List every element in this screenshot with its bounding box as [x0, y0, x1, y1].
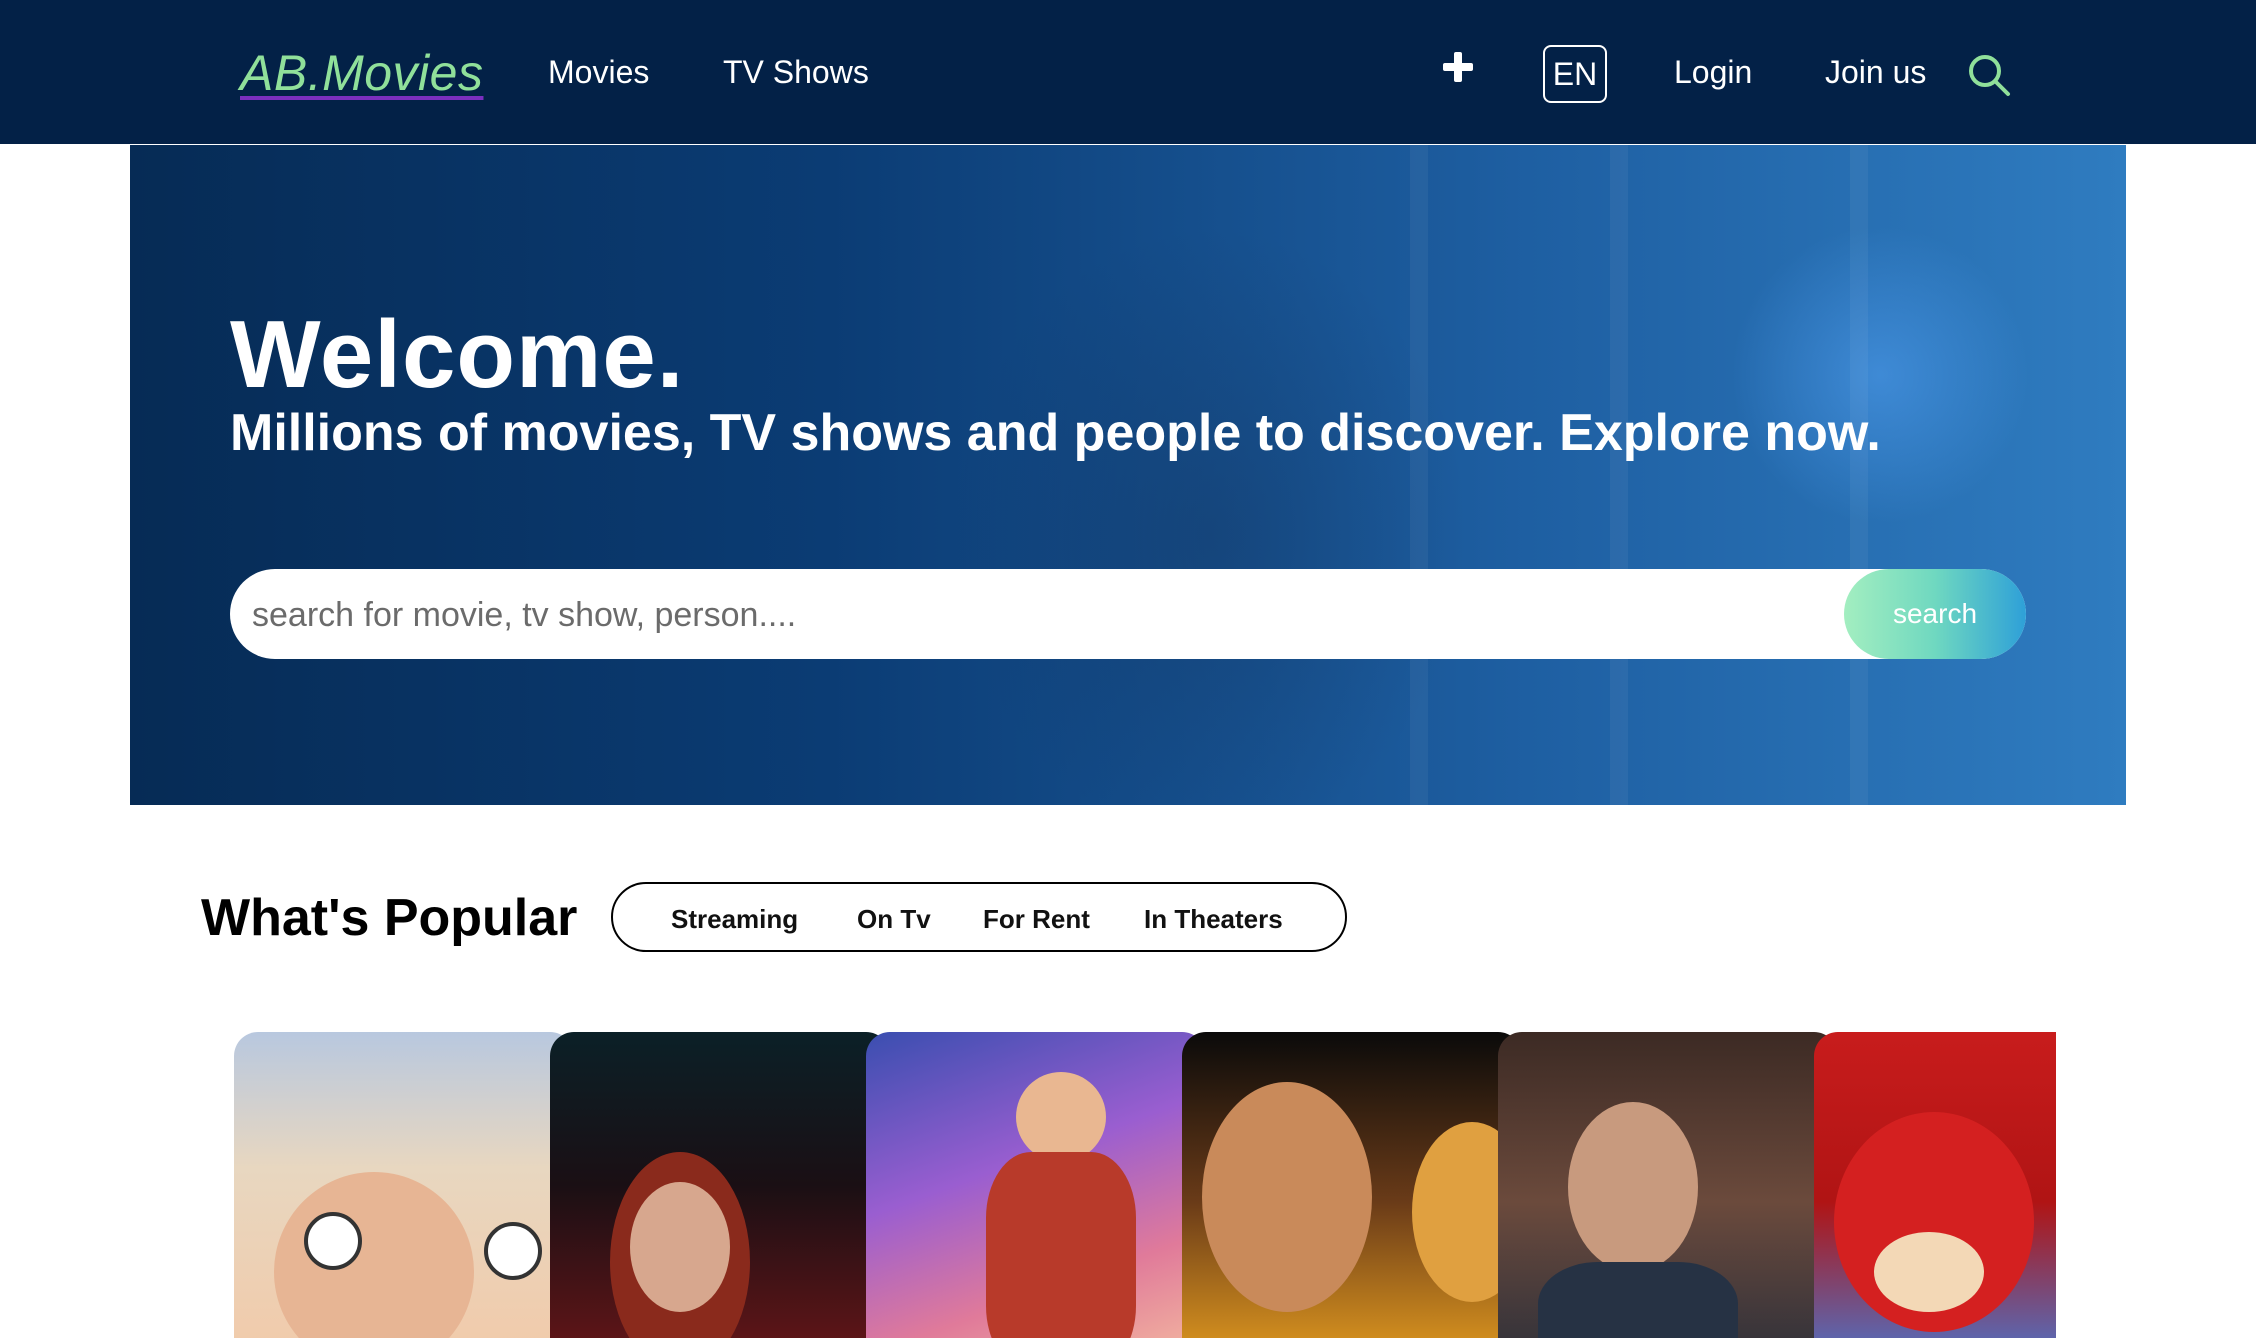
hero-background-stripe [1610, 145, 1628, 805]
movie-poster[interactable] [1498, 1032, 1838, 1338]
movie-poster[interactable] [866, 1032, 1206, 1338]
nav-movies[interactable]: Movies [548, 54, 649, 91]
login-link[interactable]: Login [1674, 54, 1752, 91]
popular-posters-row [234, 1032, 2056, 1338]
movie-poster[interactable] [1182, 1032, 1522, 1338]
search-button[interactable]: search [1844, 569, 2026, 659]
search-input[interactable] [250, 569, 1814, 661]
search-icon[interactable] [1966, 52, 2012, 98]
movie-poster[interactable] [550, 1032, 890, 1338]
movie-poster[interactable] [234, 1032, 574, 1338]
hero-title: Welcome. [230, 301, 685, 408]
join-us-link[interactable]: Join us [1825, 54, 1926, 91]
nav-tv-shows[interactable]: TV Shows [723, 54, 869, 91]
hero-background-stripe [1410, 145, 1428, 805]
language-selector[interactable]: EN [1543, 45, 1607, 103]
section-title-whats-popular: What's Popular [201, 889, 578, 947]
tab-on-tv[interactable]: On Tv [857, 904, 931, 935]
hero-background-stripe [1850, 145, 1868, 805]
site-logo[interactable]: AB.Movies [240, 44, 483, 102]
movie-poster[interactable] [1814, 1032, 2056, 1338]
hero-subtitle: Millions of movies, TV shows and people … [230, 404, 1881, 462]
hero-search-bar: search [230, 569, 2026, 661]
tab-in-theaters[interactable]: In Theaters [1144, 904, 1283, 935]
popular-tab-switcher: Streaming On Tv For Rent In Theaters [611, 882, 1347, 952]
tab-for-rent[interactable]: For Rent [983, 904, 1090, 935]
top-navigation-bar: AB.Movies Movies TV Shows EN Login Join … [0, 0, 2256, 144]
hero-banner: Welcome. Millions of movies, TV shows an… [130, 145, 2126, 805]
tab-streaming[interactable]: Streaming [671, 904, 798, 935]
hero-background-figure [950, 225, 1470, 805]
plus-icon[interactable] [1440, 50, 1476, 86]
hero-background-light [1730, 225, 2030, 525]
